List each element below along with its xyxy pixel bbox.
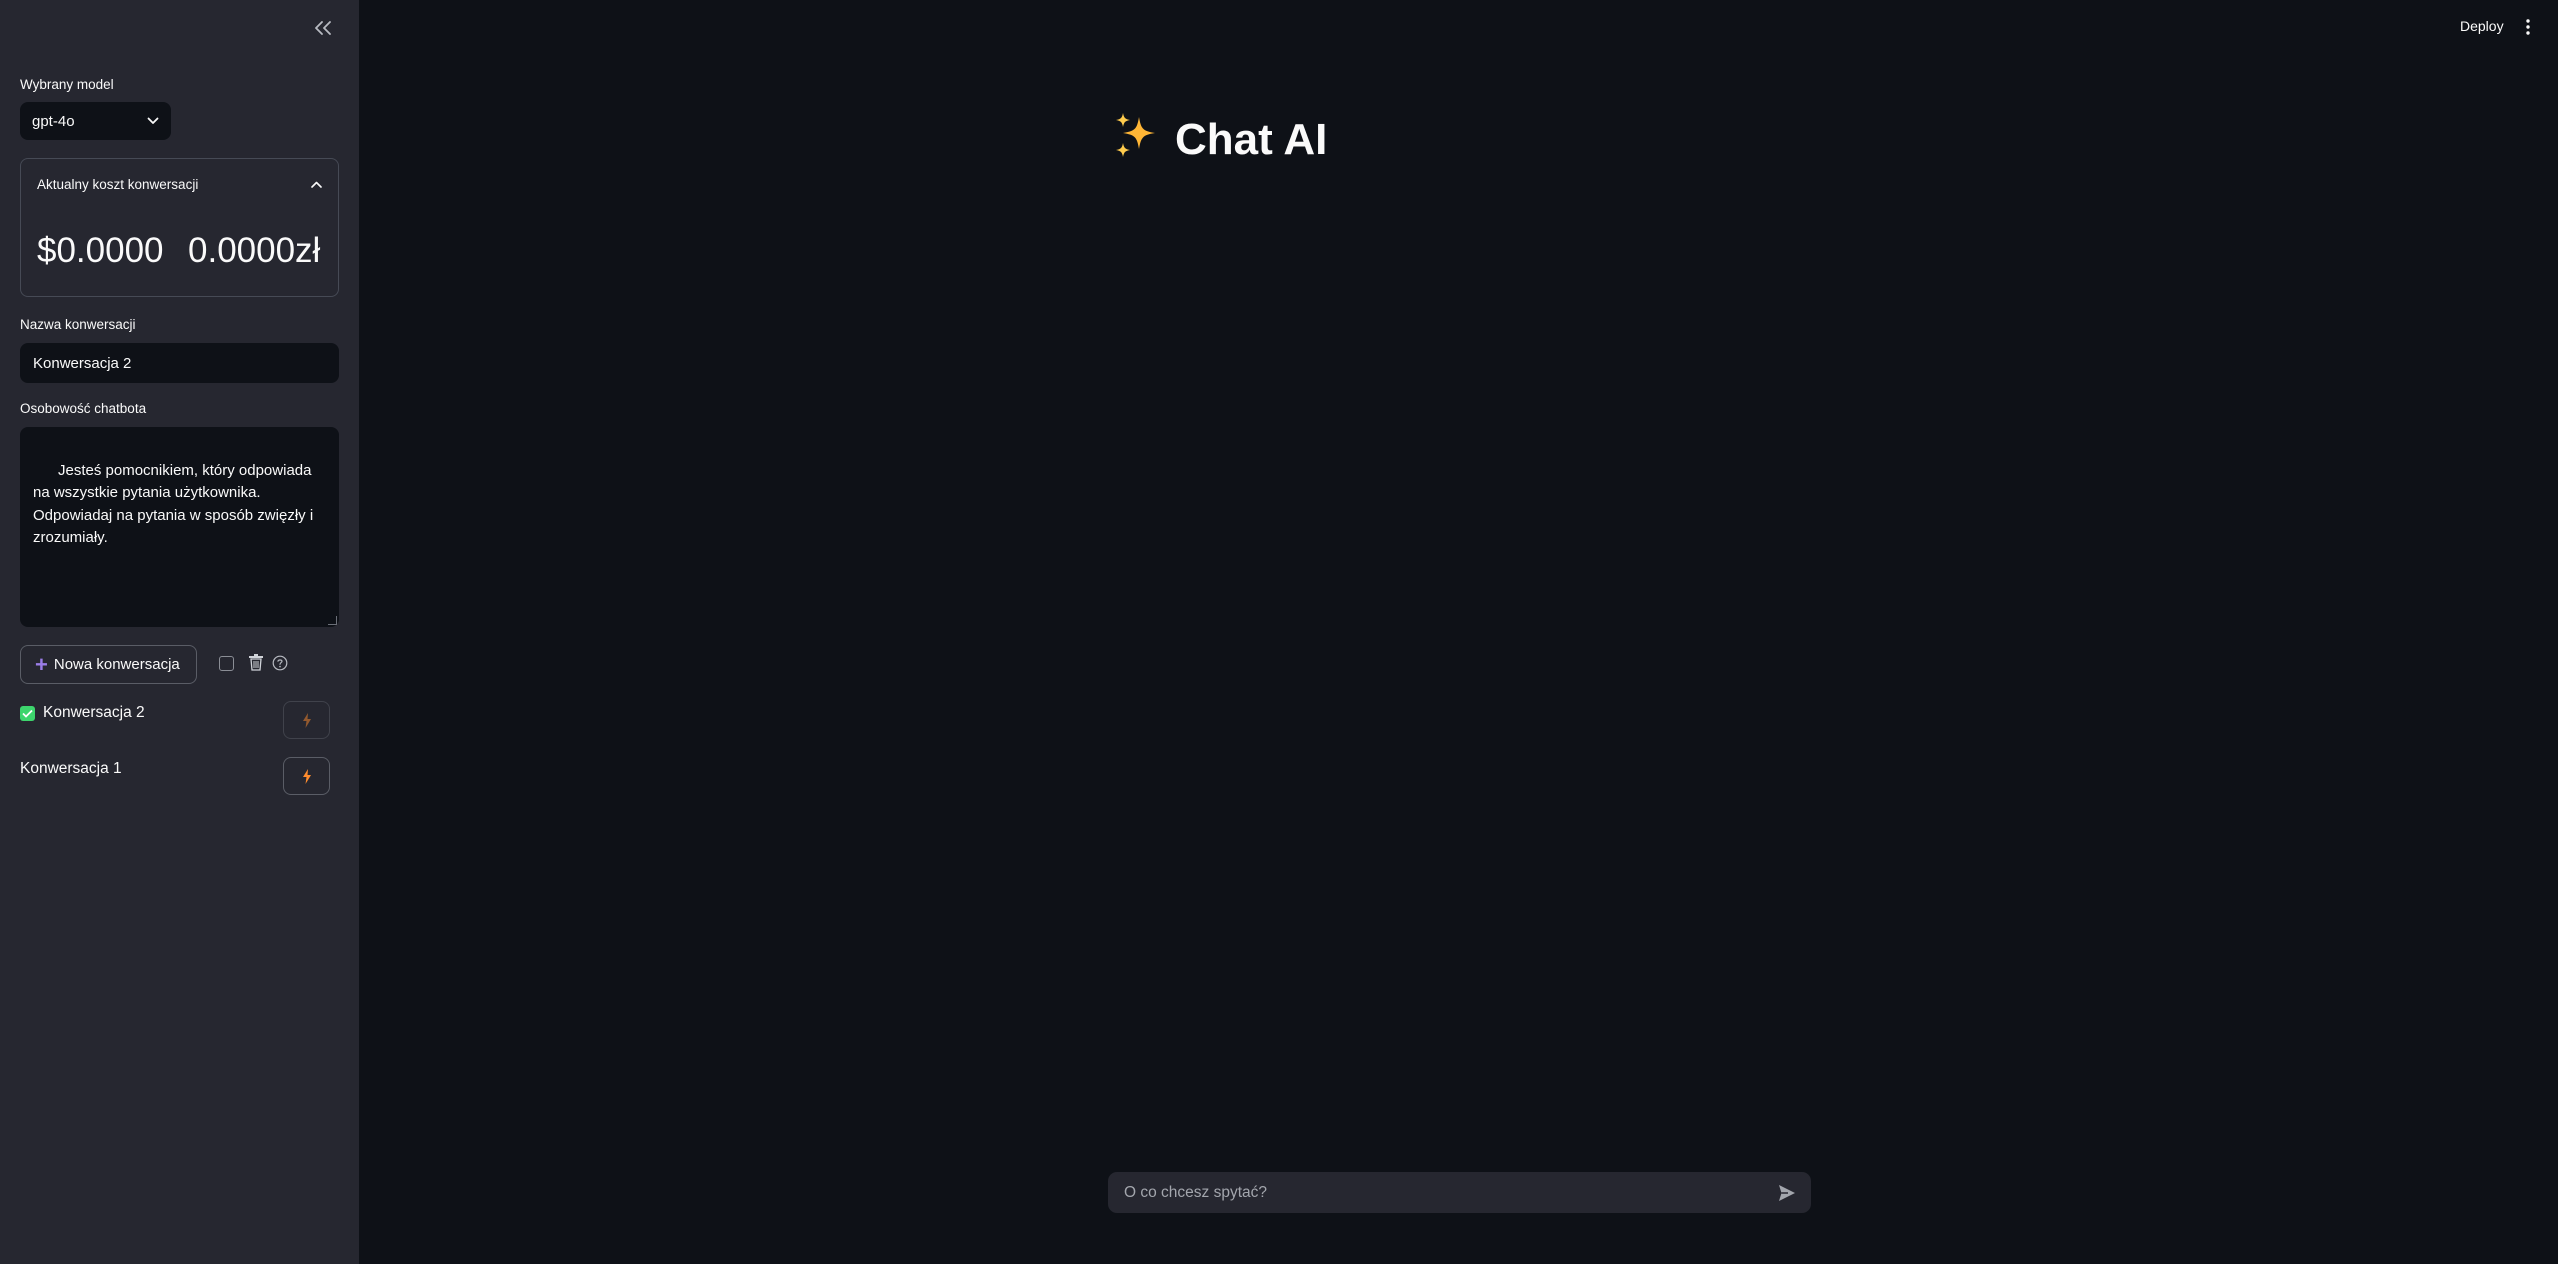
page-title: Chat AI [1113,112,1327,168]
conversation-label[interactable]: Konwersacja 2 [43,704,145,722]
app-root: Wybrany model gpt-4o Aktualny koszt konw… [0,0,2558,1264]
double-chevron-left-icon [315,21,331,35]
cost-expander-title: Aktualny koszt konwersacji [37,176,199,192]
chat-input-bar [1108,1172,1811,1213]
help-icon[interactable] [272,655,288,671]
sparkles-icon [1113,111,1161,170]
deploy-button[interactable]: Deploy [2460,18,2504,34]
open-conversation-1-button[interactable] [283,757,330,795]
personality-text: Jesteś pomocnikiem, który odpowiada na w… [33,461,314,547]
kebab-menu-icon[interactable] [2522,17,2534,37]
chevron-down-icon [147,117,159,124]
new-conversation-button[interactable]: + Nowa konwersacja [20,645,197,684]
active-check-icon [20,705,35,721]
model-label: Wybrany model [20,77,114,92]
conversation-name-label: Nazwa konwersacji [20,317,136,332]
chevron-up-icon [311,181,322,188]
new-conversation-label: Nowa konwersacja [53,656,180,673]
lightning-icon [302,768,311,784]
personality-label: Osobowość chatbota [20,401,147,416]
page-title-text: Chat AI [1175,115,1328,164]
personality-textarea[interactable]: Jesteś pomocnikiem, który odpowiada na w… [20,427,339,627]
lightning-icon [302,712,311,728]
chat-input[interactable] [1124,1183,1764,1202]
cost-usd-metric: $0.0000 [37,231,164,270]
trash-icon[interactable] [248,654,264,671]
conversation-name-input[interactable]: Konwersacja 2 [20,343,339,383]
cost-expander: Aktualny koszt konwersacji $0.0000 0.000… [20,158,339,297]
model-select-value: gpt-4o [32,112,75,130]
cost-pln-metric: 0.0000zł [188,231,321,270]
resize-grip-icon[interactable] [328,616,337,625]
cost-expander-header[interactable]: Aktualny koszt konwersacji [37,173,322,195]
conversation-label[interactable]: Konwersacja 1 [20,760,122,778]
delete-confirm-checkbox[interactable] [219,656,234,671]
send-icon[interactable] [1777,1183,1797,1203]
collapse-sidebar-button[interactable] [311,16,335,40]
model-select[interactable]: gpt-4o [20,102,171,140]
plus-icon: + [35,651,48,677]
sidebar: Wybrany model gpt-4o Aktualny koszt konw… [0,0,359,1264]
open-conversation-2-button[interactable] [283,701,330,739]
